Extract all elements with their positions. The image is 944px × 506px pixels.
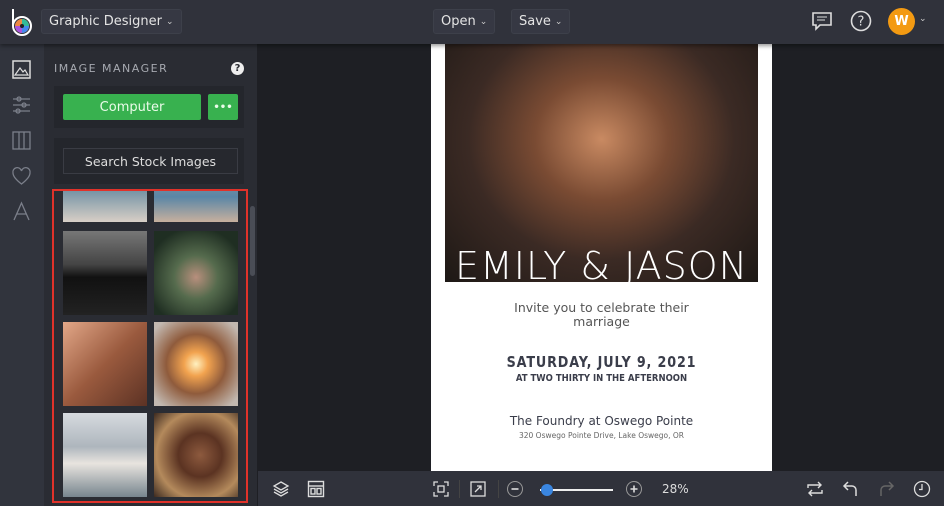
image-thumbnail[interactable] [63,231,147,315]
adjustments-icon[interactable] [11,94,32,115]
venue-text[interactable]: The Foundry at Oswego Pointe [431,414,772,428]
image-grid [52,189,248,503]
computer-button[interactable]: Computer [63,94,201,120]
fit-to-screen-icon[interactable] [432,480,450,498]
image-manager-panel: IMAGE MANAGER ? Computer ••• Search Stoc… [44,44,257,506]
avatar-initial: W [894,14,909,29]
app-menu-label: Graphic Designer [49,14,162,29]
open-label: Open [441,14,476,29]
chevron-down-icon: ⌄ [554,16,563,27]
tool-rail [0,44,44,506]
zoom-slider-handle[interactable] [541,484,554,496]
top-bar: Graphic Designer ⌄ Open ⌄ Save ⌄ ? W ⌄ [0,0,944,44]
layouts-icon[interactable] [11,130,32,151]
image-thumbnail[interactable] [63,322,147,406]
panel-scrollbar[interactable] [250,206,255,276]
time-text[interactable]: AT TWO THIRTY IN THE AFTERNOON [457,373,747,384]
image-thumbnail[interactable] [154,413,238,497]
history-icon[interactable] [913,480,931,498]
open-dropdown[interactable]: Open ⌄ [433,9,496,34]
invite-text-2[interactable]: marriage [431,314,772,329]
image-thumbnail[interactable] [63,413,147,497]
divider [459,480,460,498]
undo-icon[interactable] [842,480,860,498]
template-icon[interactable] [307,480,325,498]
redo-icon[interactable] [877,480,895,498]
chevron-down-icon[interactable]: ⌄ [919,14,927,24]
stock-box: Search Stock Images [54,138,244,184]
image-thumbnail[interactable] [63,191,147,222]
zoom-out-icon[interactable] [506,480,524,498]
image-thumbnail[interactable] [154,322,238,406]
chevron-down-icon: ⌄ [166,16,174,27]
text-icon[interactable] [11,201,32,222]
comment-icon[interactable] [811,10,833,32]
svg-text:?: ? [858,15,865,30]
address-text[interactable]: 320 Oswego Pointe Drive, Lake Oswego, OR [431,431,772,440]
divider [498,480,499,498]
zoom-level: 28% [662,482,689,496]
image-thumbnail[interactable] [154,231,238,315]
design-canvas[interactable]: EMILY & JASON Invite you to celebrate th… [431,44,772,471]
search-stock-images-button[interactable]: Search Stock Images [63,148,238,174]
bottom-toolbar: 28% [258,471,944,506]
save-label: Save [519,14,551,29]
couple-photo[interactable]: EMILY & JASON [445,44,758,282]
chevron-down-icon: ⌄ [479,16,488,27]
zoom-in-icon[interactable] [625,480,643,498]
befunky-logo[interactable] [11,8,33,36]
image-manager-icon[interactable] [11,59,32,80]
date-text[interactable]: SATURDAY, JULY 9, 2021 [457,353,747,371]
app-menu-dropdown[interactable]: Graphic Designer ⌄ [41,9,182,34]
swap-icon[interactable] [806,480,824,498]
save-dropdown[interactable]: Save ⌄ [511,9,571,34]
help-icon[interactable]: ? [231,62,244,75]
layers-icon[interactable] [272,480,290,498]
actual-size-icon[interactable] [469,480,487,498]
invite-text[interactable]: Invite you to celebrate their [431,300,772,315]
help-icon[interactable]: ? [850,10,872,32]
user-avatar[interactable]: W [888,8,915,35]
zoom-slider[interactable] [540,484,613,496]
image-thumbnail[interactable] [154,191,238,222]
names-heading[interactable]: EMILY & JASON [445,244,758,282]
heart-icon[interactable] [11,166,32,187]
upload-box: Computer ••• [54,86,244,128]
more-options-button[interactable]: ••• [208,94,238,120]
panel-title: IMAGE MANAGER [54,62,169,75]
